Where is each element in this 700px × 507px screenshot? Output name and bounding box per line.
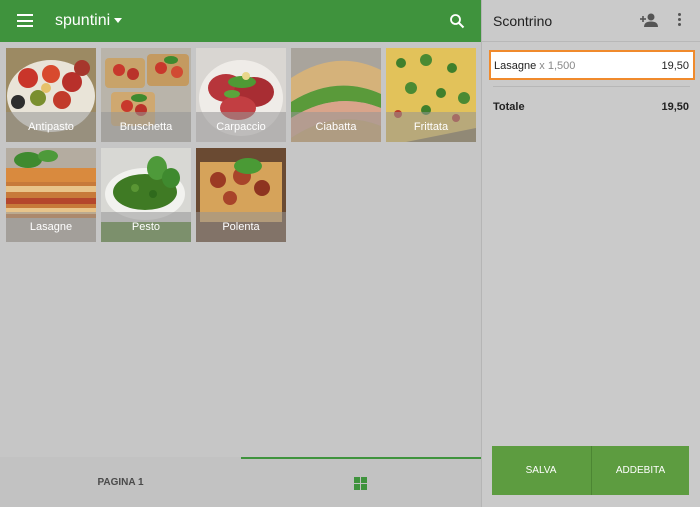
menu-icon[interactable] [17,14,33,27]
charge-button[interactable]: ADDEBITA [591,446,689,495]
product-label: Ciabatta [291,112,381,142]
product-tile-polenta[interactable]: Polenta [196,148,286,242]
product-tile-lasagne[interactable]: Lasagne [6,148,96,242]
search-icon[interactable] [449,13,465,29]
total-label: Totale [493,101,525,113]
save-button[interactable]: SALVA [492,446,590,495]
app-bar: spuntini [0,0,481,42]
dropdown-caret-icon[interactable] [114,18,122,23]
divider [493,86,690,87]
product-label: Polenta [196,212,286,242]
line-item-quantity: x 1,500 [539,60,576,72]
more-options-icon[interactable] [678,13,682,27]
grid-view-icon [354,477,367,490]
product-label: Antipasto [6,112,96,142]
receipt-title: Scontrino [493,13,553,29]
action-buttons: SALVA ADDEBITA [492,446,689,495]
product-tile-pesto[interactable]: Pesto [101,148,191,242]
product-label: Lasagne [6,212,96,242]
page-tab[interactable]: PAGINA 1 [0,457,241,507]
total-value: 19,50 [661,101,689,113]
product-tile-carpaccio[interactable]: Carpaccio [196,48,286,142]
product-label: Bruschetta [101,112,191,142]
product-tile-ciabatta[interactable]: Ciabatta [291,48,381,142]
product-label: Frittata [386,112,476,142]
product-panel: spuntini Antipasto Bruschetta Carpaccio … [0,0,481,507]
product-tile-antipasto[interactable]: Antipasto [6,48,96,142]
receipt-header: Scontrino [482,0,700,42]
receipt-panel: Scontrino Lasagne x 1,500 19,50 Totale 1… [481,0,700,507]
line-item-description: Lasagne x 1,500 [494,60,575,72]
product-label: Pesto [101,212,191,242]
category-title[interactable]: spuntini [55,12,110,30]
product-tile-bruschetta[interactable]: Bruschetta [101,48,191,142]
receipt-line-item[interactable]: Lasagne x 1,500 19,50 [489,50,695,80]
line-item-name: Lasagne [494,60,537,72]
product-label: Carpaccio [196,112,286,142]
product-tile-frittata[interactable]: Frittata [386,48,476,142]
grid-view-tab[interactable] [241,457,481,507]
pagination-bar: PAGINA 1 [0,457,481,507]
add-customer-icon[interactable] [640,12,658,28]
line-item-price: 19,50 [661,60,689,72]
